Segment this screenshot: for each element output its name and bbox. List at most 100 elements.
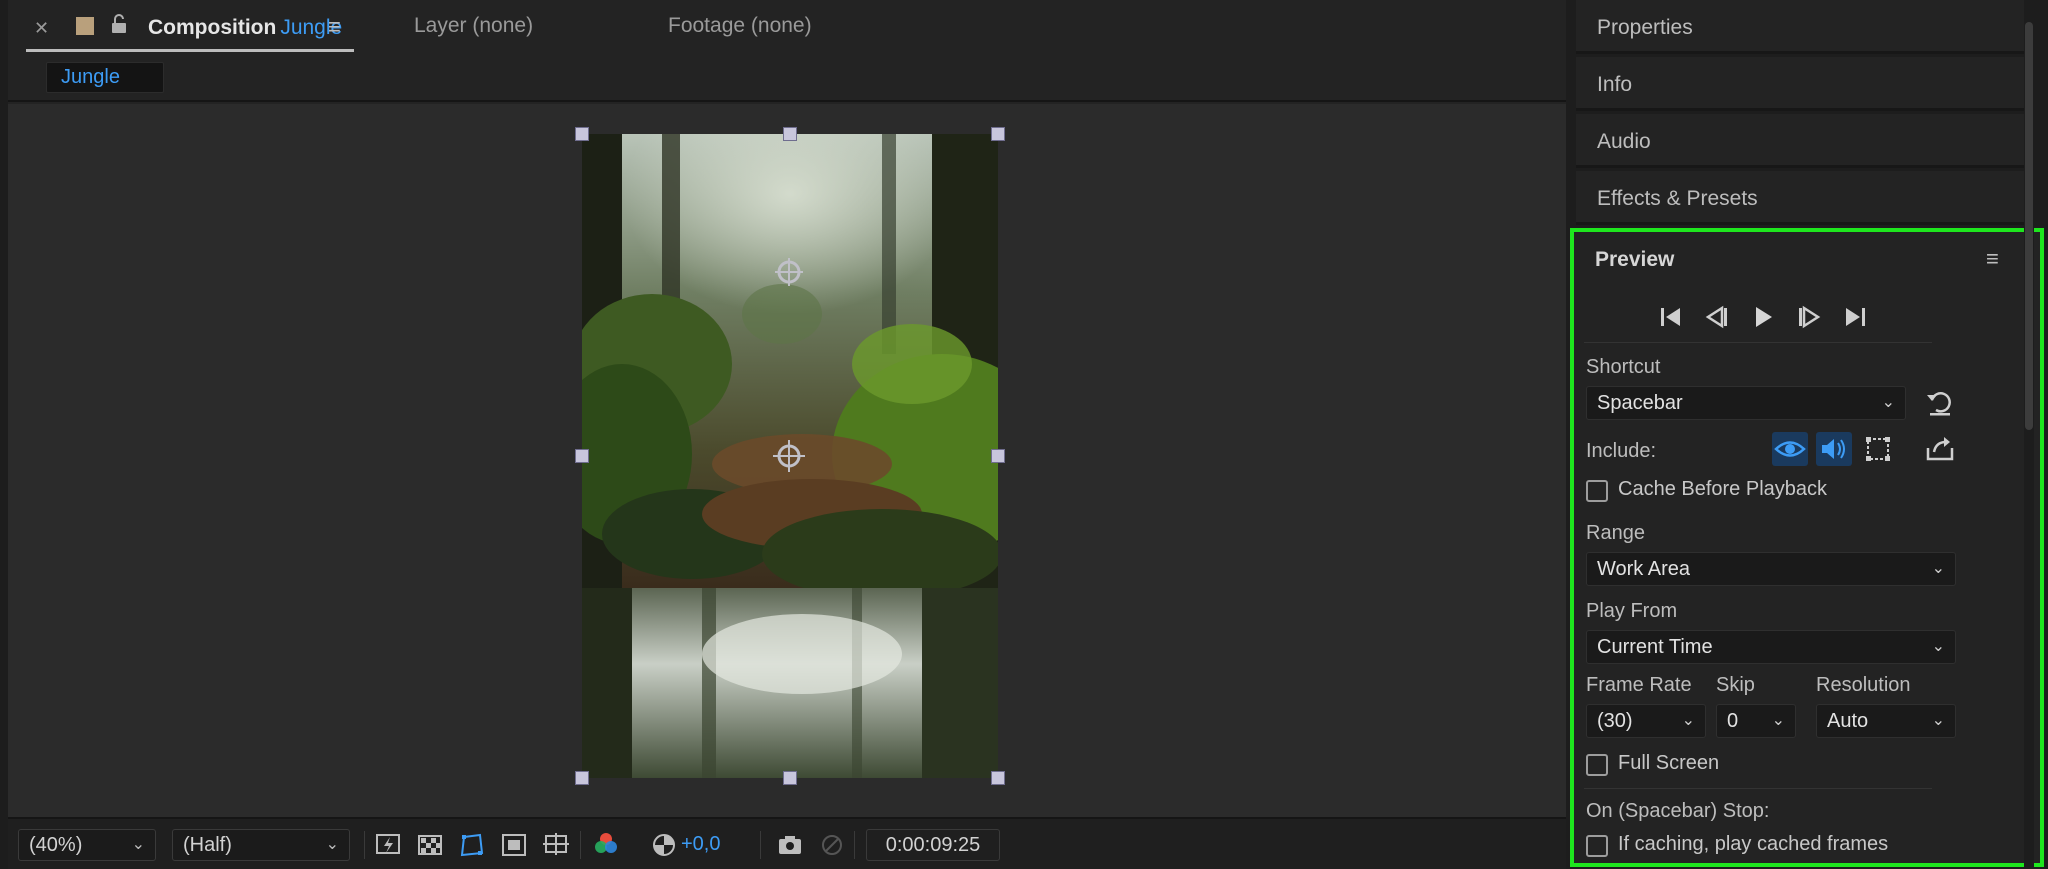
transparency-grid-icon[interactable] — [416, 831, 444, 859]
transport-controls — [1654, 300, 1894, 334]
frame-rate-value: (30) — [1597, 710, 1633, 732]
audio-panel-header[interactable]: Audio — [1576, 114, 2028, 168]
transform-handle-top-right[interactable] — [991, 127, 1005, 141]
transform-handle-bottom-left[interactable] — [575, 771, 589, 785]
full-screen-checkbox[interactable] — [1586, 754, 1608, 776]
grid-guides-icon[interactable] — [542, 831, 570, 859]
panel-scrollbar-thumb[interactable] — [2025, 22, 2033, 430]
transform-handle-top-left[interactable] — [575, 127, 589, 141]
transform-handle-left[interactable] — [575, 449, 589, 463]
resolution-value: (Half) — [183, 834, 232, 856]
on-stop-label: On (Spacebar) Stop: — [1586, 800, 1770, 822]
shortcut-value: Spacebar — [1597, 392, 1683, 414]
unlock-icon[interactable] — [110, 14, 128, 39]
mask-path-visibility-icon[interactable] — [458, 831, 486, 859]
frame-rate-label: Frame Rate — [1586, 674, 1692, 696]
reset-shortcut-icon[interactable] — [1922, 386, 1958, 420]
preview-resolution-dropdown[interactable]: Auto ⌄ — [1816, 704, 1956, 738]
info-panel-header[interactable]: Info — [1576, 57, 2028, 111]
toolbar-divider — [580, 831, 581, 859]
skip-value: 0 — [1727, 710, 1739, 732]
last-frame-icon[interactable] — [1838, 300, 1872, 334]
composition-breadcrumb[interactable]: Jungle — [46, 62, 164, 93]
chevron-down-icon: ⌄ — [1881, 394, 1895, 411]
toolbar-divider — [364, 831, 365, 859]
preview-panel: Preview ≡ Shortcut Spacebar ⌄ Include: C… — [1570, 228, 2044, 867]
composition-viewer[interactable] — [8, 104, 1566, 817]
transform-handle-top[interactable] — [783, 127, 797, 141]
transform-handle-right[interactable] — [991, 449, 1005, 463]
effects-presets-panel-header[interactable]: Effects & Presets — [1576, 171, 2028, 225]
chevron-down-icon: ⌄ — [1931, 638, 1945, 655]
current-time-display[interactable]: 0:00:09:25 — [866, 829, 1000, 861]
label-color-swatch[interactable] — [76, 17, 94, 35]
composition-navigator: Jungle — [8, 56, 1566, 102]
divider — [1584, 342, 1932, 343]
chevron-down-icon: ⌄ — [325, 836, 339, 853]
toolbar-divider — [854, 831, 855, 859]
snapshot-camera-icon[interactable] — [776, 831, 804, 859]
export-preview-icon[interactable] — [1922, 432, 1958, 466]
range-label: Range — [1586, 522, 1645, 544]
shortcut-label: Shortcut — [1586, 356, 1661, 378]
composition-tab-title: Composition Jungle — [148, 16, 342, 40]
show-snapshot-icon[interactable] — [818, 831, 846, 859]
exposure-value[interactable]: +0,0 — [681, 833, 720, 856]
panel-menu-icon[interactable]: ≡ — [1986, 246, 1999, 272]
effects-presets-panel-title: Effects & Presets — [1597, 187, 1758, 210]
chevron-down-icon: ⌄ — [1771, 712, 1785, 729]
rgb-channels-icon[interactable] — [592, 831, 620, 859]
preview-panel-title: Preview — [1595, 248, 1675, 271]
chevron-down-icon: ⌄ — [1931, 560, 1945, 577]
if-caching-checkbox[interactable] — [1586, 835, 1608, 857]
region-of-interest-icon[interactable] — [500, 831, 528, 859]
next-frame-icon[interactable] — [1792, 300, 1826, 334]
cache-before-playback-checkbox[interactable] — [1586, 480, 1608, 502]
skip-dropdown[interactable]: 0 ⌄ — [1716, 704, 1796, 738]
divider — [1584, 788, 1932, 789]
include-audio-speaker-icon[interactable] — [1816, 432, 1852, 466]
fast-previews-icon[interactable] — [374, 831, 402, 859]
panel-menu-icon[interactable]: ≡ — [328, 14, 341, 40]
include-label: Include: — [1586, 440, 1657, 462]
skip-label: Skip — [1716, 674, 1755, 696]
info-panel-title: Info — [1597, 73, 1633, 96]
previous-frame-icon[interactable] — [1700, 300, 1734, 334]
play-from-label: Play From — [1586, 600, 1678, 622]
preview-resolution-value: Auto — [1827, 710, 1869, 732]
cache-before-playback-label: Cache Before Playback — [1618, 478, 1828, 500]
close-icon[interactable]: ✕ — [34, 18, 49, 39]
properties-panel-title: Properties — [1597, 16, 1693, 39]
tab-composition[interactable]: ✕ Composition Jungle ≡ — [26, 0, 354, 52]
first-frame-icon[interactable] — [1654, 300, 1688, 334]
chevron-down-icon: ⌄ — [131, 836, 145, 853]
properties-panel-header[interactable]: Properties — [1576, 0, 2028, 54]
if-caching-label: If caching, play cached frames — [1618, 833, 1889, 855]
reset-exposure-icon[interactable] — [650, 831, 678, 859]
play-icon[interactable] — [1746, 300, 1780, 334]
toolbar-divider — [760, 831, 761, 859]
range-dropdown[interactable]: Work Area ⌄ — [1586, 552, 1956, 586]
transform-handle-bottom-right[interactable] — [991, 771, 1005, 785]
transform-handle-bottom[interactable] — [783, 771, 797, 785]
composition-tab-prefix: Composition — [148, 16, 277, 39]
tab-layer[interactable]: Layer (none) — [414, 14, 533, 38]
right-panel-column: Properties Info Audio Effects & Presets … — [1568, 0, 2048, 869]
composition-tab-bar: ✕ Composition Jungle ≡ Layer (none) Foota… — [8, 0, 1566, 56]
chevron-down-icon: ⌄ — [1681, 712, 1695, 729]
play-from-value: Current Time — [1597, 636, 1713, 658]
frame-rate-dropdown[interactable]: (30) ⌄ — [1586, 704, 1706, 738]
magnification-dropdown[interactable]: (40%) ⌄ — [18, 829, 156, 861]
tab-footage[interactable]: Footage (none) — [668, 14, 812, 38]
shortcut-dropdown[interactable]: Spacebar ⌄ — [1586, 386, 1906, 420]
resolution-dropdown[interactable]: (Half) ⌄ — [172, 829, 350, 861]
range-value: Work Area — [1597, 558, 1690, 580]
audio-panel-title: Audio — [1597, 130, 1651, 153]
include-overlays-icon[interactable] — [1860, 432, 1896, 466]
include-video-eye-icon[interactable] — [1772, 432, 1808, 466]
composition-panel: ✕ Composition Jungle ≡ Layer (none) Foota… — [8, 0, 1566, 869]
jungle-footage-layer[interactable] — [582, 134, 998, 778]
full-screen-label: Full Screen — [1618, 752, 1720, 774]
play-from-dropdown[interactable]: Current Time ⌄ — [1586, 630, 1956, 664]
composition-toolbar: (40%) ⌄ (Half) ⌄ +0,0 0:00:09:25 — [8, 817, 1566, 869]
